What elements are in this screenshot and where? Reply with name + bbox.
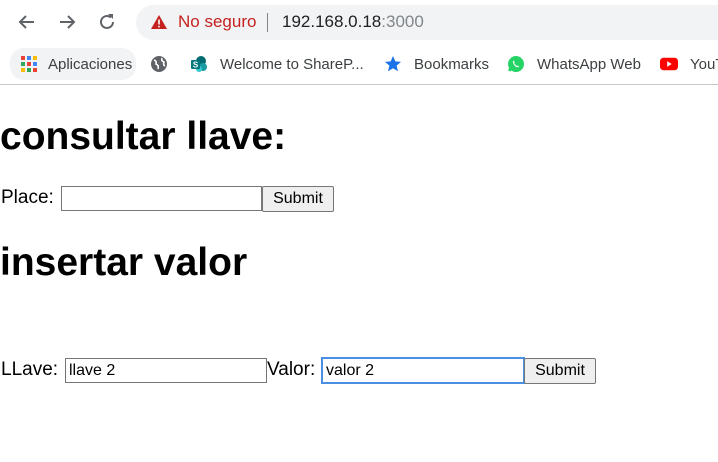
- star-icon: [384, 55, 402, 73]
- bookmark-bookmarks[interactable]: Bookmarks: [384, 48, 489, 80]
- bookmarks-bar: Aplicaciones S Welcome to ShareP... Book…: [0, 44, 718, 85]
- globe-icon: [150, 55, 168, 73]
- url-text[interactable]: 192.168.0.18:3000: [282, 12, 424, 32]
- valor-input[interactable]: [321, 357, 525, 384]
- insert-heading: insertar valor: [0, 241, 248, 284]
- insert-submit-button[interactable]: Submit: [524, 358, 596, 384]
- address-separator: [267, 13, 268, 32]
- llave-input[interactable]: [65, 358, 267, 383]
- security-status-label[interactable]: No seguro: [178, 12, 256, 32]
- consult-heading: consultar llave:: [0, 115, 287, 158]
- llave-label: LLave:: [1, 359, 59, 380]
- youtube-icon: [660, 55, 678, 73]
- svg-text:S: S: [193, 61, 199, 70]
- apps-grid-icon: [20, 55, 38, 73]
- back-button[interactable]: [13, 8, 41, 36]
- bookmark-label: Aplicaciones: [48, 55, 133, 73]
- forward-button[interactable]: [53, 8, 81, 36]
- bookmark-globe[interactable]: [150, 48, 180, 80]
- valor-label: Valor:: [267, 359, 316, 380]
- arrow-right-icon: [60, 15, 76, 29]
- sharepoint-icon: S: [190, 55, 208, 73]
- bookmark-label: Bookmarks: [414, 55, 490, 73]
- address-bar[interactable]: No seguro 192.168.0.18:3000: [136, 5, 718, 40]
- url-port: :3000: [381, 12, 424, 31]
- bookmark-youtube[interactable]: YouT: [660, 48, 718, 80]
- bookmark-label: YouT: [690, 55, 718, 73]
- consult-submit-button[interactable]: Submit: [262, 186, 334, 212]
- reload-icon: [100, 14, 114, 29]
- place-label: Place:: [1, 187, 54, 208]
- warning-icon: [151, 15, 167, 29]
- reload-button[interactable]: [93, 8, 121, 36]
- whatsapp-icon: [507, 55, 525, 73]
- place-input[interactable]: [61, 186, 262, 211]
- bookmark-label: Welcome to ShareP...: [220, 55, 364, 73]
- url-host: 192.168.0.18: [282, 12, 382, 31]
- arrow-left-icon: [18, 15, 34, 29]
- bookmark-whatsapp[interactable]: WhatsApp Web: [507, 48, 641, 80]
- browser-toolbar: No seguro 192.168.0.18:3000: [0, 0, 718, 44]
- bookmark-sharepoint[interactable]: S Welcome to ShareP...: [190, 48, 364, 80]
- bookmark-aplicaciones[interactable]: Aplicaciones: [10, 48, 136, 80]
- bookmark-label: WhatsApp Web: [537, 55, 641, 73]
